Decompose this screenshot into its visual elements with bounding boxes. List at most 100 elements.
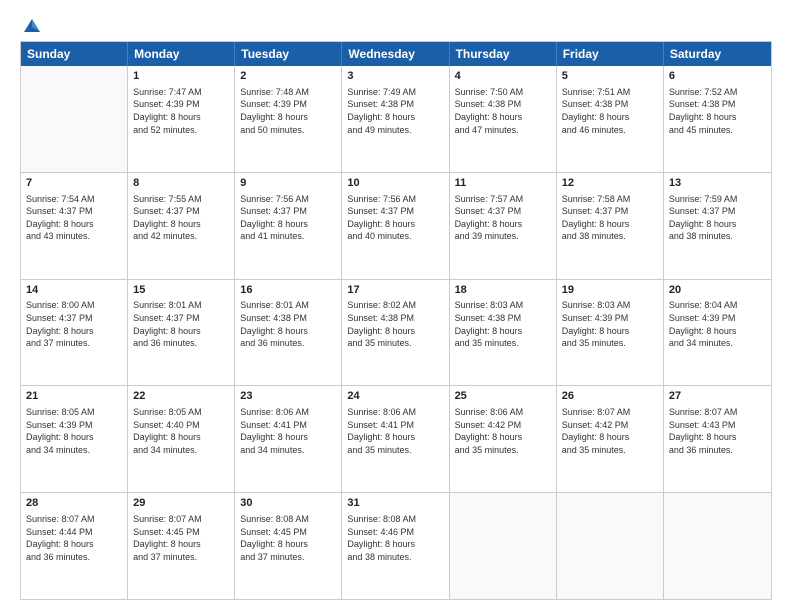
calendar-cell: 13Sunrise: 7:59 AMSunset: 4:37 PMDayligh…: [664, 173, 771, 279]
calendar-cell: 7 Sunrise: 7:54 AMSunset: 4:37 PMDaylight…: [21, 173, 128, 279]
logo-icon: [23, 18, 41, 34]
weekday-header-monday: Monday: [128, 42, 235, 66]
calendar-cell: 14Sunrise: 8:00 AMSunset: 4:37 PMDayligh…: [21, 280, 128, 386]
day-number: 3: [347, 69, 443, 84]
day-info: Sunrise: 7:52 AMSunset: 4:38 PMDaylight:…: [669, 86, 766, 136]
day-number: 25: [455, 389, 551, 404]
weekday-header-wednesday: Wednesday: [342, 42, 449, 66]
calendar-cell: 27Sunrise: 8:07 AMSunset: 4:43 PMDayligh…: [664, 386, 771, 492]
day-number: 30: [240, 496, 336, 511]
calendar-cell: 2 Sunrise: 7:48 AMSunset: 4:39 PMDaylight…: [235, 66, 342, 172]
day-number: 22: [133, 389, 229, 404]
day-number: 21: [26, 389, 122, 404]
calendar-row-2: 7 Sunrise: 7:54 AMSunset: 4:37 PMDaylight…: [21, 172, 771, 279]
day-number: 7: [26, 176, 122, 191]
day-info: Sunrise: 7:56 AMSunset: 4:37 PMDaylight:…: [347, 193, 443, 243]
day-info: Sunrise: 8:01 AMSunset: 4:37 PMDaylight:…: [133, 299, 229, 349]
day-number: 24: [347, 389, 443, 404]
day-number: 26: [562, 389, 658, 404]
weekday-header-saturday: Saturday: [664, 42, 771, 66]
day-number: 2: [240, 69, 336, 84]
day-info: Sunrise: 7:55 AMSunset: 4:37 PMDaylight:…: [133, 193, 229, 243]
calendar-cell: 22 Sunrise: 8:05 AMSunset: 4:40 PMDayligh…: [128, 386, 235, 492]
calendar-cell: 9 Sunrise: 7:56 AMSunset: 4:37 PMDaylight…: [235, 173, 342, 279]
day-info: Sunrise: 8:03 AMSunset: 4:38 PMDaylight:…: [455, 299, 551, 349]
day-info: Sunrise: 8:07 AMSunset: 4:44 PMDaylight:…: [26, 513, 122, 563]
weekday-header-thursday: Thursday: [450, 42, 557, 66]
calendar-cell: 16Sunrise: 8:01 AMSunset: 4:38 PMDayligh…: [235, 280, 342, 386]
calendar-cell: 28Sunrise: 8:07 AMSunset: 4:44 PMDayligh…: [21, 493, 128, 599]
day-number: 9: [240, 176, 336, 191]
calendar-cell: 10 Sunrise: 7:56 AMSunset: 4:37 PMDayligh…: [342, 173, 449, 279]
calendar-cell: 3 Sunrise: 7:49 AMSunset: 4:38 PMDaylight…: [342, 66, 449, 172]
day-info: Sunrise: 8:02 AMSunset: 4:38 PMDaylight:…: [347, 299, 443, 349]
day-number: 15: [133, 283, 229, 298]
day-number: 16: [240, 283, 336, 298]
calendar-cell: 5 Sunrise: 7:51 AMSunset: 4:38 PMDaylight…: [557, 66, 664, 172]
calendar-cell: 31 Sunrise: 8:08 AMSunset: 4:46 PMDayligh…: [342, 493, 449, 599]
day-info: Sunrise: 8:07 AMSunset: 4:42 PMDaylight:…: [562, 406, 658, 456]
weekday-header-tuesday: Tuesday: [235, 42, 342, 66]
day-number: 19: [562, 283, 658, 298]
day-info: Sunrise: 7:56 AMSunset: 4:37 PMDaylight:…: [240, 193, 336, 243]
day-number: 8: [133, 176, 229, 191]
weekday-header-friday: Friday: [557, 42, 664, 66]
day-number: 5: [562, 69, 658, 84]
weekday-header-sunday: Sunday: [21, 42, 128, 66]
day-info: Sunrise: 8:08 AMSunset: 4:45 PMDaylight:…: [240, 513, 336, 563]
calendar-cell: 8 Sunrise: 7:55 AMSunset: 4:37 PMDaylight…: [128, 173, 235, 279]
calendar-cell: 12Sunrise: 7:58 AMSunset: 4:37 PMDayligh…: [557, 173, 664, 279]
day-info: Sunrise: 8:07 AMSunset: 4:43 PMDaylight:…: [669, 406, 766, 456]
day-number: 10: [347, 176, 443, 191]
calendar-cell: 25 Sunrise: 8:06 AMSunset: 4:42 PMDayligh…: [450, 386, 557, 492]
day-info: Sunrise: 7:48 AMSunset: 4:39 PMDaylight:…: [240, 86, 336, 136]
day-info: Sunrise: 7:49 AMSunset: 4:38 PMDaylight:…: [347, 86, 443, 136]
day-info: Sunrise: 8:00 AMSunset: 4:37 PMDaylight:…: [26, 299, 122, 349]
calendar-cell: 30 Sunrise: 8:08 AMSunset: 4:45 PMDayligh…: [235, 493, 342, 599]
day-number: 4: [455, 69, 551, 84]
calendar-row-1: 1 Sunrise: 7:47 AMSunset: 4:39 PMDaylight…: [21, 66, 771, 172]
day-info: Sunrise: 7:51 AMSunset: 4:38 PMDaylight:…: [562, 86, 658, 136]
day-number: 29: [133, 496, 229, 511]
day-info: Sunrise: 7:54 AMSunset: 4:37 PMDaylight:…: [26, 193, 122, 243]
day-number: 1: [133, 69, 229, 84]
calendar-cell: 26 Sunrise: 8:07 AMSunset: 4:42 PMDayligh…: [557, 386, 664, 492]
day-info: Sunrise: 7:50 AMSunset: 4:38 PMDaylight:…: [455, 86, 551, 136]
day-number: 14: [26, 283, 122, 298]
calendar-cell: 15Sunrise: 8:01 AMSunset: 4:37 PMDayligh…: [128, 280, 235, 386]
calendar-cell: 1 Sunrise: 7:47 AMSunset: 4:39 PMDaylight…: [128, 66, 235, 172]
calendar: SundayMondayTuesdayWednesdayThursdayFrid…: [20, 41, 772, 600]
calendar-cell: 21Sunrise: 8:05 AMSunset: 4:39 PMDayligh…: [21, 386, 128, 492]
day-info: Sunrise: 8:01 AMSunset: 4:38 PMDaylight:…: [240, 299, 336, 349]
calendar-cell: 11Sunrise: 7:57 AMSunset: 4:37 PMDayligh…: [450, 173, 557, 279]
calendar-cell: 6 Sunrise: 7:52 AMSunset: 4:38 PMDaylight…: [664, 66, 771, 172]
day-number: 17: [347, 283, 443, 298]
calendar-cell: 18Sunrise: 8:03 AMSunset: 4:38 PMDayligh…: [450, 280, 557, 386]
day-number: 31: [347, 496, 443, 511]
calendar-cell: [21, 66, 128, 172]
calendar-row-4: 21Sunrise: 8:05 AMSunset: 4:39 PMDayligh…: [21, 385, 771, 492]
day-number: 6: [669, 69, 766, 84]
day-number: 13: [669, 176, 766, 191]
header: [20, 18, 772, 31]
day-info: Sunrise: 8:06 AMSunset: 4:41 PMDaylight:…: [347, 406, 443, 456]
calendar-cell: 20Sunrise: 8:04 AMSunset: 4:39 PMDayligh…: [664, 280, 771, 386]
calendar-cell: [557, 493, 664, 599]
day-info: Sunrise: 8:04 AMSunset: 4:39 PMDaylight:…: [669, 299, 766, 349]
day-info: Sunrise: 8:07 AMSunset: 4:45 PMDaylight:…: [133, 513, 229, 563]
calendar-cell: [664, 493, 771, 599]
logo: [20, 18, 42, 31]
day-info: Sunrise: 8:03 AMSunset: 4:39 PMDaylight:…: [562, 299, 658, 349]
day-number: 12: [562, 176, 658, 191]
calendar-cell: 23Sunrise: 8:06 AMSunset: 4:41 PMDayligh…: [235, 386, 342, 492]
day-number: 23: [240, 389, 336, 404]
day-info: Sunrise: 7:47 AMSunset: 4:39 PMDaylight:…: [133, 86, 229, 136]
calendar-row-3: 14Sunrise: 8:00 AMSunset: 4:37 PMDayligh…: [21, 279, 771, 386]
day-info: Sunrise: 8:05 AMSunset: 4:40 PMDaylight:…: [133, 406, 229, 456]
calendar-cell: 17Sunrise: 8:02 AMSunset: 4:38 PMDayligh…: [342, 280, 449, 386]
calendar-body: 1 Sunrise: 7:47 AMSunset: 4:39 PMDaylight…: [21, 66, 771, 599]
day-info: Sunrise: 8:08 AMSunset: 4:46 PMDaylight:…: [347, 513, 443, 563]
day-info: Sunrise: 8:06 AMSunset: 4:42 PMDaylight:…: [455, 406, 551, 456]
page: SundayMondayTuesdayWednesdayThursdayFrid…: [0, 0, 792, 612]
calendar-header: SundayMondayTuesdayWednesdayThursdayFrid…: [21, 42, 771, 66]
